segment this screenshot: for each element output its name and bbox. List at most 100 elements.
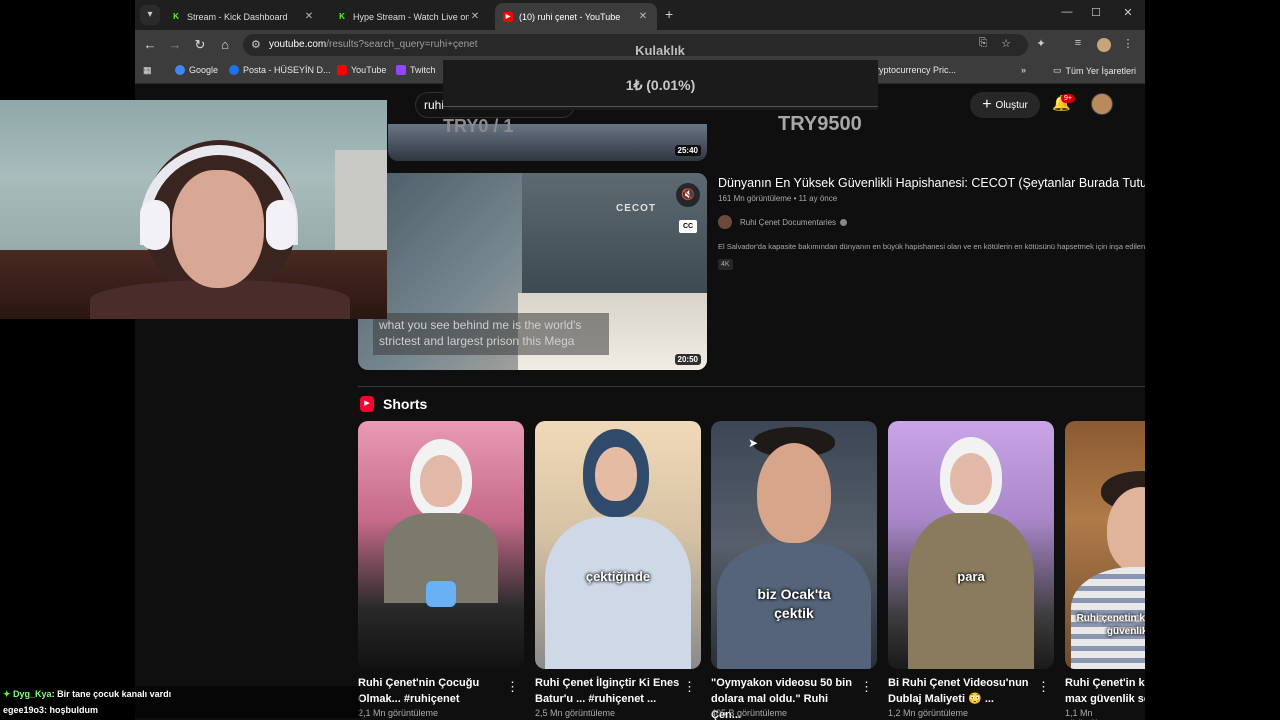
star-icon: ✦ [3,689,14,699]
chat-message: ✦ Dyg_Kya: Bir tane çocuk kanalı vardı [0,686,360,702]
bookmark-crypto[interactable]: ryptocurrency Pric... [876,65,956,75]
duration-badge: 20:50 [674,354,701,365]
shorts-section-title: Shorts [383,396,428,412]
headset-earcup-right [266,200,296,250]
overlay-product: Kulaklık [635,43,685,58]
short-title[interactable]: Ruhi Çenet'in kanalındaki max güvenlik s… [1065,675,1145,707]
short-caption: biz Ocak'ta çektik [757,586,831,621]
tab-strip: ▾ K Stream - Kick Dashboard ✕ K Hype Str… [135,0,1145,30]
new-tab-button[interactable]: + [665,6,673,22]
close-icon[interactable]: ✕ [469,11,481,22]
minimize-icon[interactable]: — [1057,6,1077,18]
mute-icon[interactable]: 🔇 [676,183,700,207]
short-thumbnail[interactable]: biz Ocak'ta çektik [711,421,877,669]
short-title[interactable]: Ruhi Çenet İlginçtir Ki Enes Batur'u ...… [535,675,680,707]
chat-overlay: ✦ Dyg_Kya: Bir tane çocuk kanalı vardı e… [0,686,360,718]
short-views: 405 B görüntüleme [711,708,788,718]
tab-search-button[interactable]: ▾ [140,5,160,25]
short-caption: para [957,569,985,584]
more-bookmarks-icon[interactable]: » [1021,65,1026,75]
extensions-icon[interactable]: ✦ [1033,37,1049,50]
google-icon [175,65,185,75]
quality-badge: 4K [718,259,733,270]
video-thumbnail[interactable]: 25:40 [388,124,707,161]
close-window-icon[interactable]: ✕ [1118,6,1138,19]
like-icon [426,581,456,607]
short-thumbnail[interactable] [358,421,524,669]
bookmark-google[interactable]: Google [175,65,218,75]
more-options-icon[interactable]: ⋮ [1037,679,1050,695]
short-title[interactable]: Bi Ruhi Çenet Videosu'nun Dublaj Maliyet… [888,675,1033,707]
kick-icon: K [173,11,179,21]
back-icon[interactable]: ← [141,36,159,54]
video-caption: what you see behind me is the world's st… [373,313,609,355]
home-icon[interactable]: ⌂ [216,36,234,54]
create-button[interactable]: + Oluştur [970,92,1040,118]
overlay-target-amount: TRY9500 [778,113,862,135]
tab-hype-stream[interactable]: K Hype Stream - Watch Live on Ki ✕ [329,3,489,30]
bookmark-twitch[interactable]: Twitch [396,65,436,75]
bookmark-youtube[interactable]: YouTube [337,65,386,75]
verified-icon [840,219,848,227]
headset-earcup-left [140,200,170,250]
overlay-current-amount: TRY0 / 1 [443,116,514,136]
kick-icon: K [339,11,345,21]
avatar[interactable] [1091,93,1113,115]
bookmark-posta[interactable]: Posta - HÜSEYİN D... [229,65,331,75]
thumbnail-image-body [908,513,1034,669]
apps-icon[interactable]: ▦ [143,65,152,76]
overlay-price: 1₺ (0.01%) [625,77,696,93]
reload-icon[interactable]: ↻ [191,36,209,54]
thumbnail-image-face [950,453,992,505]
thumbnail-image-face [420,455,462,507]
short-views: 2,1 Mn görüntüleme [358,708,439,718]
notification-badge: 9+ [1061,94,1075,103]
more-options-icon[interactable]: ⋮ [860,679,873,695]
short-views: 2,5 Mn görüntüleme [535,708,616,718]
all-bookmarks[interactable]: ▭ Tüm Yer İşaretleri [1053,65,1136,76]
thumbnail-image-face [757,443,831,543]
channel-avatar[interactable] [718,215,732,229]
maximize-icon[interactable]: ☐ [1086,6,1106,19]
cc-icon[interactable]: CC [679,220,697,233]
site-info-icon[interactable]: ⚙ [251,38,261,51]
youtube-icon: ▶ [503,11,513,22]
close-icon[interactable]: ✕ [303,11,315,22]
thumbnail-logo: CECOT [616,203,656,214]
thumbnail-image-body [545,517,691,669]
short-thumbnail[interactable]: Ruhi çenetin kanalinda ki max güvenlik s… [1065,421,1145,669]
bookmark-star-icon[interactable]: ☆ [998,37,1014,50]
thumbnail-image-face [595,447,637,501]
mail-icon [229,65,239,75]
url-text: youtube.com/results?search_query=ruhi+çe… [269,39,478,50]
video-title[interactable]: Dünyanın En Yüksek Güvenlikli Hapishanes… [718,176,1145,190]
install-icon[interactable]: ⎘ [975,37,991,50]
more-options-icon[interactable]: ⋮ [506,679,519,695]
stream-screen: ▾ K Stream - Kick Dashboard ✕ K Hype Str… [0,0,1280,720]
short-title[interactable]: Ruhi Çenet'nin Çocuğu Olmak... #ruhiçene… [358,675,503,707]
folder-icon: ▭ [1053,65,1062,75]
more-options-icon[interactable]: ⋮ [683,679,696,695]
chat-message: egee19o3: hoşbuldum [0,702,360,718]
media-icon[interactable]: ≡ [1070,37,1086,49]
profile-avatar[interactable] [1097,38,1111,52]
channel-name[interactable]: Ruhi Çenet Documentaries [740,218,848,227]
twitch-icon [396,65,406,75]
menu-icon[interactable]: ⋮ [1120,37,1136,50]
forward-icon[interactable]: → [166,36,184,54]
short-caption: Ruhi çenetin kanalinda ki max güvenlik s… [1076,613,1145,637]
plus-icon: + [982,96,992,113]
short-thumbnail[interactable]: para [888,421,1054,669]
tab-title: Hype Stream - Watch Live on Ki [353,11,469,22]
video-thumbnail-cecot[interactable]: CECOT 🔇 CC what you see behind me is the… [358,173,707,370]
short-caption: çektiğinde [585,569,651,584]
close-icon[interactable]: ✕ [637,11,649,22]
duration-badge: 25:40 [674,145,701,156]
short-views: 1,2 Mn görüntüleme [888,708,969,718]
tab-youtube[interactable]: ▶ (10) ruhi çenet - YouTube ✕ [495,3,657,30]
short-thumbnail[interactable]: çektiğinde [535,421,701,669]
section-divider [358,386,1145,387]
tab-kick-dashboard[interactable]: K Stream - Kick Dashboard ✕ [163,3,323,30]
shorts-icon: ▶ [360,396,374,412]
tab-title: (10) ruhi çenet - YouTube [519,11,621,22]
